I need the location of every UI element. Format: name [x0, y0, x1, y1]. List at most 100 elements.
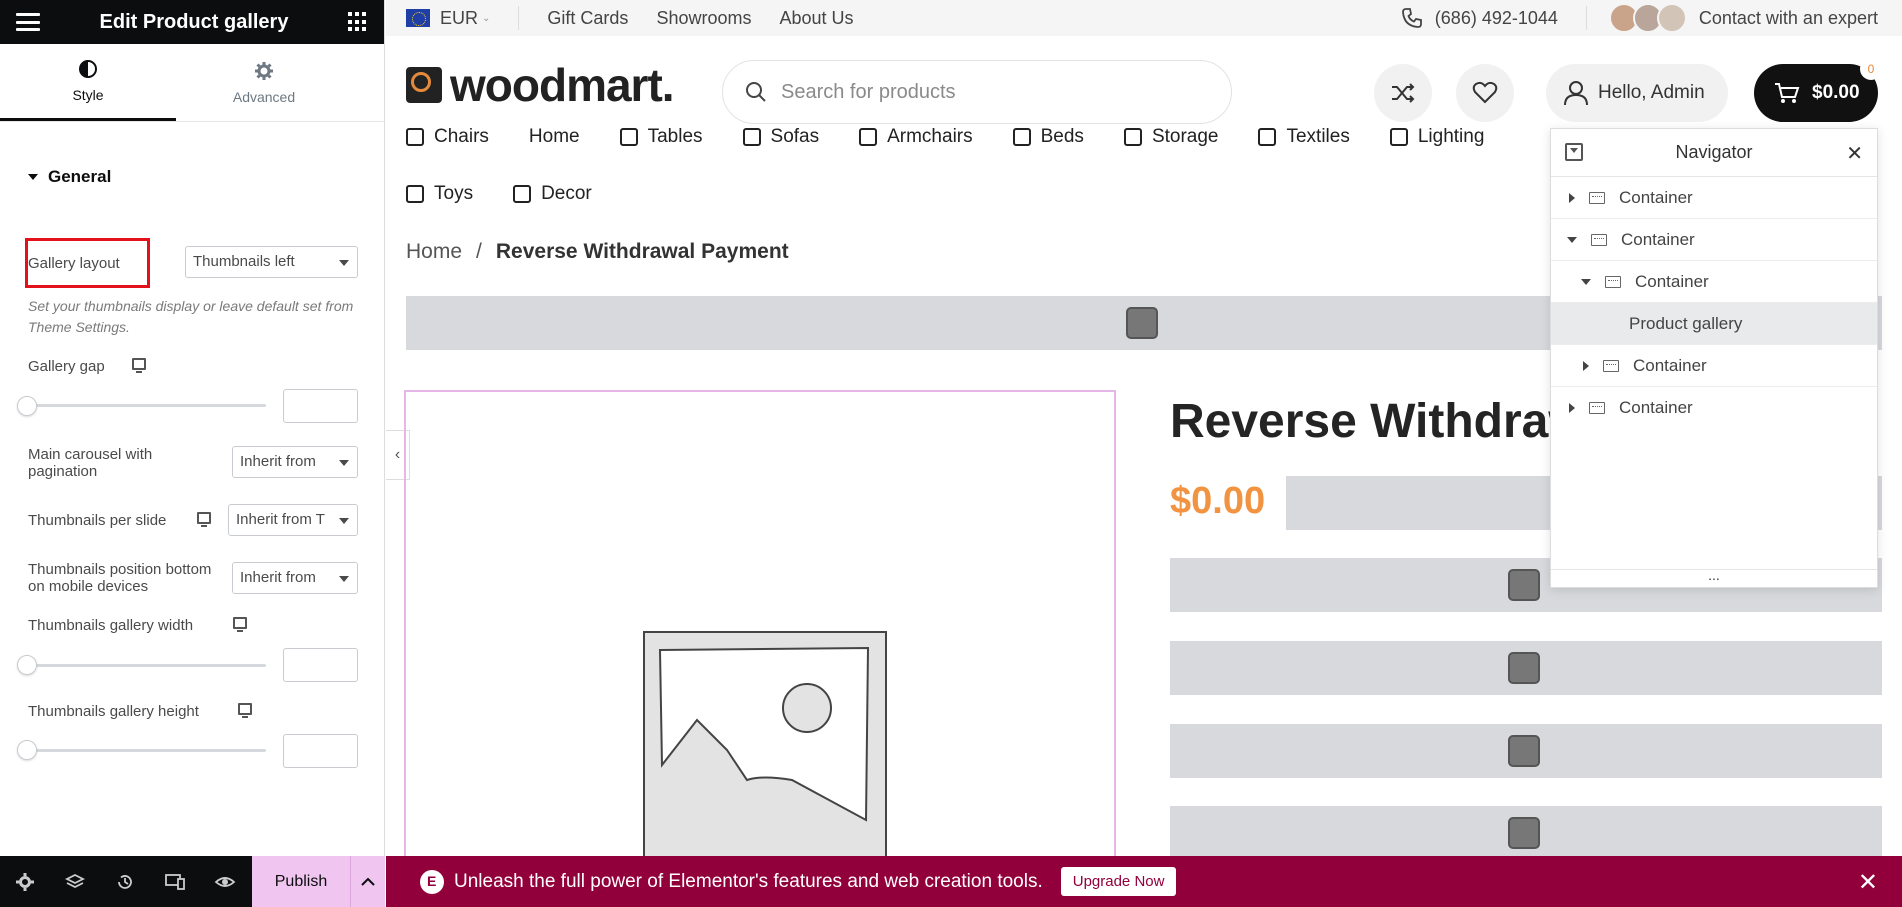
caret-down-icon	[28, 174, 38, 180]
tab-style[interactable]: Style	[0, 44, 176, 121]
thumbs-width-input[interactable]	[283, 648, 358, 682]
thumbs-height-input[interactable]	[283, 734, 358, 768]
caret-right-icon[interactable]	[1569, 192, 1575, 203]
nav-item-armchairs[interactable]: Armchairs	[859, 126, 973, 148]
history-icon	[118, 874, 132, 889]
search-input[interactable]: Search for products	[722, 60, 1232, 124]
link-showrooms[interactable]: Showrooms	[656, 8, 751, 29]
search-icon	[746, 82, 766, 102]
navigator-item[interactable]: Container	[1551, 177, 1877, 219]
breadcrumb-home[interactable]: Home	[406, 240, 462, 264]
tab-style-label: Style	[72, 87, 104, 103]
nav-item-sofas[interactable]: Sofas	[742, 126, 819, 148]
navigator-button[interactable]	[50, 856, 100, 907]
responsive-mode-button[interactable]	[150, 856, 200, 907]
preview-button[interactable]	[200, 856, 250, 907]
section-general-toggle[interactable]: General	[0, 167, 139, 187]
account-button[interactable]: Hello, Admin	[1546, 64, 1728, 122]
product-title: Reverse Withdraw	[1170, 395, 1586, 448]
navigator-panel: Navigator ✕ Container Container Containe…	[1550, 128, 1878, 588]
upgrade-now-button[interactable]: Upgrade Now	[1060, 867, 1177, 896]
nav-item-label: Home	[528, 126, 580, 147]
tab-advanced[interactable]: Advanced	[176, 44, 352, 121]
site-logo[interactable]: woodmart.	[406, 58, 675, 112]
product-price: $0.00	[1170, 480, 1266, 522]
nav-item-label: Textiles	[1286, 126, 1350, 147]
panel-tabs: Style Advanced	[0, 44, 384, 122]
phone-number[interactable]: (686) 492-1044	[1435, 8, 1558, 29]
widgets-grid-icon[interactable]	[348, 12, 368, 32]
compare-button[interactable]	[1374, 64, 1432, 122]
menu-icon[interactable]	[16, 13, 40, 31]
close-icon[interactable]: ✕	[1846, 141, 1863, 166]
cart-icon	[1775, 83, 1800, 103]
nav-item-lighting[interactable]: Lighting	[1389, 126, 1484, 148]
main-carousel-select[interactable]: Inherit from	[232, 446, 358, 478]
navigator-item[interactable]: Container	[1551, 345, 1877, 387]
gallery-gap-slider[interactable]	[28, 404, 266, 407]
container-icon	[1603, 359, 1619, 372]
nav-item-toys[interactable]: Toys	[406, 183, 473, 205]
publish-options-button[interactable]	[350, 856, 385, 907]
chair-icon	[406, 128, 424, 146]
gallery-gap-input[interactable]	[283, 389, 358, 423]
divider	[518, 6, 520, 30]
thumbs-position-select[interactable]: Inherit from	[232, 562, 358, 594]
close-icon[interactable]: ✕	[1858, 868, 1878, 897]
expert-avatars	[1608, 3, 1687, 33]
bed-icon	[1012, 128, 1031, 146]
currency-selector[interactable]: EUR	[440, 8, 478, 29]
publish-button[interactable]: Publish	[252, 856, 350, 907]
logo-text: woodmart.	[450, 59, 675, 111]
gallery-gap-slider-handle[interactable]	[17, 396, 37, 416]
thumbs-per-slide-select[interactable]: Inherit from T	[228, 504, 358, 536]
monitor-icon[interactable]	[197, 512, 211, 527]
cart-history-icon	[1508, 569, 1540, 601]
nav-item-textiles[interactable]: Textiles	[1258, 126, 1350, 148]
caret-down-icon[interactable]	[1567, 236, 1577, 243]
thumbs-height-slider[interactable]	[28, 749, 266, 752]
thumbs-width-slider[interactable]	[28, 664, 266, 667]
navigator-item[interactable]: Container	[1551, 261, 1877, 303]
nav-item-label: Toys	[434, 183, 474, 204]
cart-button[interactable]: $0.00 0	[1754, 58, 1882, 122]
nav-item-storage[interactable]: Storage	[1123, 126, 1218, 148]
navigator-title: Navigator	[1675, 142, 1753, 162]
elementor-logo-icon	[420, 869, 444, 894]
history-button[interactable]	[100, 856, 150, 907]
gallery-gap-label: Gallery gap	[28, 358, 105, 375]
navigator-item[interactable]: Container	[1551, 387, 1877, 429]
link-gift-cards[interactable]: Gift Cards	[547, 8, 628, 29]
top-bar-right: (686) 492-1044 Contact with an expert	[1401, 0, 1878, 36]
nav-item-chairs[interactable]: Chairs	[406, 126, 489, 148]
navigator-item-selected[interactable]: Product gallery	[1551, 303, 1877, 345]
product-gallery[interactable]	[404, 390, 1116, 907]
phone-icon	[1401, 8, 1422, 28]
shuffle-icon	[1392, 83, 1415, 103]
monitor-icon[interactable]	[238, 703, 252, 718]
contact-expert-link[interactable]: Contact with an expert	[1699, 8, 1878, 29]
thumbs-width-slider-handle[interactable]	[17, 655, 37, 675]
heart-icon	[1472, 81, 1498, 104]
monitor-icon[interactable]	[233, 617, 247, 632]
caret-down-icon[interactable]	[1581, 278, 1591, 285]
nav-item-home[interactable]: Home	[529, 126, 580, 148]
gallery-layout-select[interactable]: Thumbnails left	[185, 246, 358, 278]
collapse-all-icon[interactable]	[1565, 143, 1583, 161]
eu-flag-icon	[406, 9, 430, 27]
nav-item-decor[interactable]: Decor	[513, 183, 592, 205]
wishlist-button[interactable]	[1456, 64, 1514, 122]
site-header: woodmart. Search for products Hello, Adm…	[386, 36, 1902, 126]
monitor-icon[interactable]	[132, 358, 146, 373]
settings-button[interactable]	[0, 856, 50, 907]
navigator-item[interactable]: Container	[1551, 219, 1877, 261]
thumbs-height-slider-handle[interactable]	[17, 740, 37, 760]
navigator-item-label: Container	[1619, 398, 1693, 417]
nav-item-tables[interactable]: Tables	[619, 126, 703, 148]
navigator-resize-handle[interactable]: ...	[1551, 568, 1877, 587]
cart-card-icon	[1508, 817, 1540, 849]
caret-right-icon[interactable]	[1583, 360, 1589, 371]
caret-right-icon[interactable]	[1569, 403, 1575, 413]
nav-item-beds[interactable]: Beds	[1012, 126, 1084, 148]
link-about-us[interactable]: About Us	[779, 8, 853, 29]
